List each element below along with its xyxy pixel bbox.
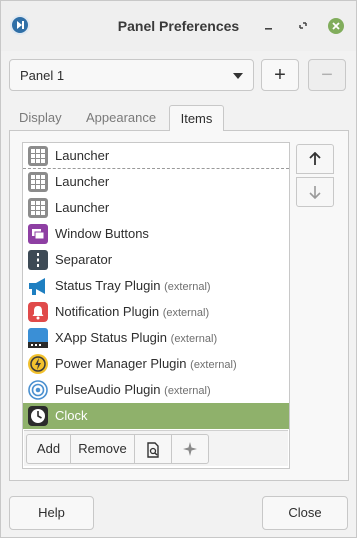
list-item[interactable]: Status Tray Plugin (external) xyxy=(23,273,289,299)
maximize-icon[interactable] xyxy=(295,18,311,34)
list-item[interactable]: Launcher xyxy=(23,195,289,221)
help-button[interactable]: Help xyxy=(9,496,94,530)
tab-items[interactable]: Items xyxy=(169,105,224,132)
list-item-label: Window Buttons xyxy=(55,226,149,241)
about-item-button[interactable] xyxy=(134,434,172,464)
remove-panel-button[interactable]: − xyxy=(308,59,346,91)
list-item[interactable]: PulseAudio Plugin (external) xyxy=(23,377,289,403)
list-item-label: PulseAudio Plugin (external) xyxy=(55,382,211,397)
list-toolbar: Add Remove xyxy=(24,430,288,466)
panel-select-dropdown[interactable]: Panel 1 xyxy=(9,59,254,91)
remove-item-button[interactable]: Remove xyxy=(70,434,135,464)
panel-select-value: Panel 1 xyxy=(20,68,65,83)
list-item[interactable]: XApp Status Plugin (external) xyxy=(23,325,289,351)
item-preferences-button[interactable] xyxy=(171,434,209,464)
list-item-label: Notification Plugin (external) xyxy=(55,304,210,319)
close-button[interactable]: Close xyxy=(262,496,348,530)
list-item-label: Launcher xyxy=(55,200,110,215)
list-item-label: Launcher xyxy=(55,174,110,189)
list-item[interactable]: Notification Plugin (external) xyxy=(23,299,289,325)
list-item[interactable]: Launcher xyxy=(23,169,289,195)
xapp-icon xyxy=(27,327,49,349)
launcher-icon xyxy=(27,145,49,167)
list-item[interactable]: Launcher xyxy=(23,143,289,169)
sparkle-icon xyxy=(183,442,197,456)
audio-icon xyxy=(27,379,49,401)
list-item[interactable]: Clock xyxy=(23,403,289,429)
move-down-button[interactable] xyxy=(296,177,334,207)
arrow-up-icon xyxy=(309,151,321,165)
chevron-down-icon xyxy=(233,73,243,79)
window-buttons-icon xyxy=(27,223,49,245)
minimize-icon[interactable] xyxy=(261,18,277,34)
list-item[interactable]: Power Manager Plugin (external) xyxy=(23,351,289,377)
list-item-label: Power Manager Plugin (external) xyxy=(55,356,237,371)
list-item[interactable]: Separator xyxy=(23,247,289,273)
list-item-label: Launcher xyxy=(55,148,110,163)
list-item-label: XApp Status Plugin (external) xyxy=(55,330,218,345)
megaphone-icon xyxy=(27,275,49,297)
close-icon[interactable] xyxy=(328,18,344,34)
clock-icon xyxy=(27,405,49,427)
arrow-down-icon xyxy=(309,186,321,200)
tab-display[interactable]: Display xyxy=(19,105,62,131)
add-item-button[interactable]: Add xyxy=(26,434,71,464)
separator-icon xyxy=(27,249,49,271)
items-list[interactable]: Launcher Launcher Launcher Window Button… xyxy=(23,143,289,429)
tab-appearance[interactable]: Appearance xyxy=(86,105,156,131)
launcher-icon xyxy=(27,197,49,219)
list-item[interactable]: Window Buttons xyxy=(23,221,289,247)
tab-bar: Display Appearance Items xyxy=(9,105,349,132)
panel-preferences-window: Panel Preferences Panel 1 + − Display Ap… xyxy=(0,0,357,538)
title-bar[interactable]: Panel Preferences xyxy=(1,1,356,51)
launcher-icon xyxy=(27,171,49,193)
power-icon xyxy=(27,353,49,375)
move-up-button[interactable] xyxy=(296,144,334,174)
list-item-label: Clock xyxy=(55,408,88,423)
items-list-frame: Launcher Launcher Launcher Window Button… xyxy=(22,142,290,469)
list-item-label: Separator xyxy=(55,252,113,267)
document-search-icon xyxy=(147,442,159,458)
bell-icon xyxy=(27,301,49,323)
list-item-label: Status Tray Plugin (external) xyxy=(55,278,211,293)
add-panel-button[interactable]: + xyxy=(261,59,299,91)
